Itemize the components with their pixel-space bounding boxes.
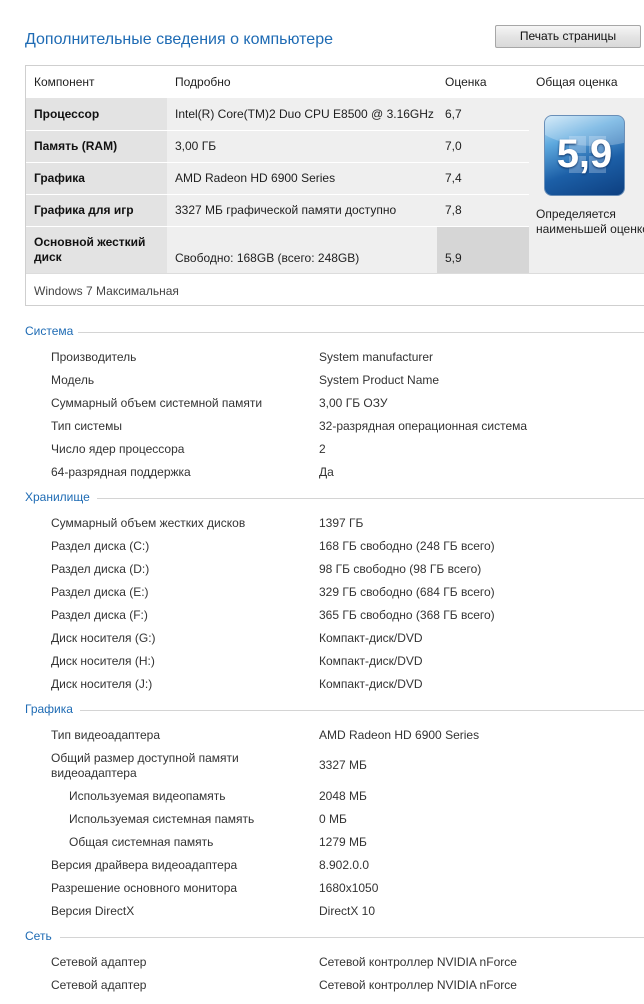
component-name: Графика для игр <box>34 203 134 217</box>
row-value: 1279 МБ <box>319 835 367 849</box>
row-value: Да <box>319 465 334 479</box>
row-value: 168 ГБ свободно (248 ГБ всего) <box>319 539 495 553</box>
row-value: Компакт-диск/DVD <box>319 631 423 645</box>
row-value: 329 ГБ свободно (684 ГБ всего) <box>319 585 495 599</box>
row-value: System manufacturer <box>319 350 434 364</box>
row-value: System Product Name <box>319 373 440 387</box>
row-label: Используемая системная память <box>69 812 255 826</box>
row-label: Диск носителя (G:) <box>51 631 156 645</box>
row-value: AMD Radeon HD 6900 Series <box>319 728 480 742</box>
component-score: 7,4 <box>445 171 462 185</box>
row-value: 3327 МБ <box>319 758 367 772</box>
section-title-network: Сеть <box>25 929 52 943</box>
row-value: Сетевой контроллер NVIDIA nForce <box>319 955 517 969</box>
row-label: Тип видеоадаптера <box>51 728 160 742</box>
rating-table-header: Компонент Подробно Оценка Общая оценка <box>26 66 644 98</box>
rating-row-cpu: Процессор Intel(R) Core(TM)2 Duo CPU E85… <box>26 98 529 130</box>
base-score-value: 5,9 <box>556 132 613 176</box>
row-label: Диск носителя (H:) <box>51 654 155 668</box>
row-value: 3,00 ГБ ОЗУ <box>319 396 388 410</box>
header-component: Компонент <box>34 75 95 89</box>
print-page-button[interactable]: Печать страницы <box>495 25 641 48</box>
component-score: 7,0 <box>445 139 462 153</box>
component-score: 7,8 <box>445 203 462 217</box>
row-label: Раздел диска (F:) <box>51 608 148 622</box>
rating-row-disk: Основной жесткий диск Свободно: 168GB (в… <box>26 227 529 273</box>
rating-row-ram: Память (RAM) 3,00 ГБ 7,0 <box>26 131 529 162</box>
row-value: Компакт-диск/DVD <box>319 654 423 668</box>
row-label: Сетевой адаптер <box>51 978 147 992</box>
component-name: Процессор <box>34 107 100 121</box>
row-label: Раздел диска (C:) <box>51 539 150 553</box>
base-score-badge: 5,9 <box>544 115 625 196</box>
row-label: Число ядер процессора <box>51 442 185 456</box>
section-title-storage: Хранилище <box>25 490 90 504</box>
row-value: Компакт-диск/DVD <box>319 677 423 691</box>
header-details: Подробно <box>175 75 231 89</box>
row-label: Суммарный объем жестких дисков <box>51 516 246 530</box>
row-value: Сетевой контроллер NVIDIA nForce <box>319 978 517 992</box>
windows-edition: Windows 7 Максимальная <box>34 284 179 298</box>
page-title: Дополнительные сведения о компьютере <box>25 31 333 48</box>
row-label: Общий размер доступной памяти видеоадапт… <box>51 751 239 780</box>
row-label: Модель <box>51 373 95 387</box>
row-label: Суммарный объем системной памяти <box>51 396 263 410</box>
section-title-system: Система <box>25 324 74 338</box>
component-details: 3327 МБ графической памяти доступно <box>175 203 397 217</box>
row-value: 2048 МБ <box>319 789 367 803</box>
section-title-graphics: Графика <box>25 702 73 716</box>
rating-row-gaming-graphics: Графика для игр 3327 МБ графической памя… <box>26 195 529 226</box>
row-value: 0 МБ <box>319 812 347 826</box>
row-value: 2 <box>319 442 326 456</box>
row-value: 8.902.0.0 <box>319 858 370 872</box>
component-details: Свободно: 168GB (всего: 248GB) <box>175 251 360 265</box>
header-base-score: Общая оценка <box>536 75 618 89</box>
row-label: Тип системы <box>51 419 122 433</box>
rating-table: Компонент Подробно Оценка Общая оценка П… <box>25 65 644 306</box>
base-score-note: Определяется наименьшей оценкой <box>536 207 644 236</box>
row-label: Производитель <box>51 350 137 364</box>
component-name: Графика <box>34 171 85 185</box>
row-label: Раздел диска (E:) <box>51 585 149 599</box>
row-value: 365 ГБ свободно (368 ГБ всего) <box>319 608 495 622</box>
row-label: Сетевой адаптер <box>51 955 147 969</box>
row-value: 98 ГБ свободно (98 ГБ всего) <box>319 562 482 576</box>
component-score: 5,9 <box>445 251 462 265</box>
row-value: DirectX 10 <box>319 904 376 918</box>
component-name: Память (RAM) <box>34 139 118 153</box>
row-label: Разрешение основного монитора <box>51 881 238 895</box>
row-label: Версия драйвера видеоадаптера <box>51 858 238 872</box>
row-value: 1397 ГБ <box>319 516 364 530</box>
component-score: 6,7 <box>445 107 462 121</box>
row-label: Версия DirectX <box>51 904 135 918</box>
rating-row-graphics: Графика AMD Radeon HD 6900 Series 7,4 <box>26 163 529 194</box>
component-details: Intel(R) Core(TM)2 Duo CPU E8500 @ 3.16G… <box>175 107 434 121</box>
row-label: 64-разрядная поддержка <box>51 465 191 479</box>
header-score: Оценка <box>445 75 487 89</box>
row-value: 32-разрядная операционная система <box>319 419 528 433</box>
row-label: Диск носителя (J:) <box>51 677 153 691</box>
component-name: Основной жесткий диск <box>34 235 146 264</box>
component-details: AMD Radeon HD 6900 Series <box>175 171 336 185</box>
row-label: Раздел диска (D:) <box>51 562 150 576</box>
component-details: 3,00 ГБ <box>175 139 217 153</box>
row-value: 1680x1050 <box>319 881 379 895</box>
row-label: Используемая видеопамять <box>69 789 226 803</box>
row-label: Общая системная память <box>69 835 214 849</box>
